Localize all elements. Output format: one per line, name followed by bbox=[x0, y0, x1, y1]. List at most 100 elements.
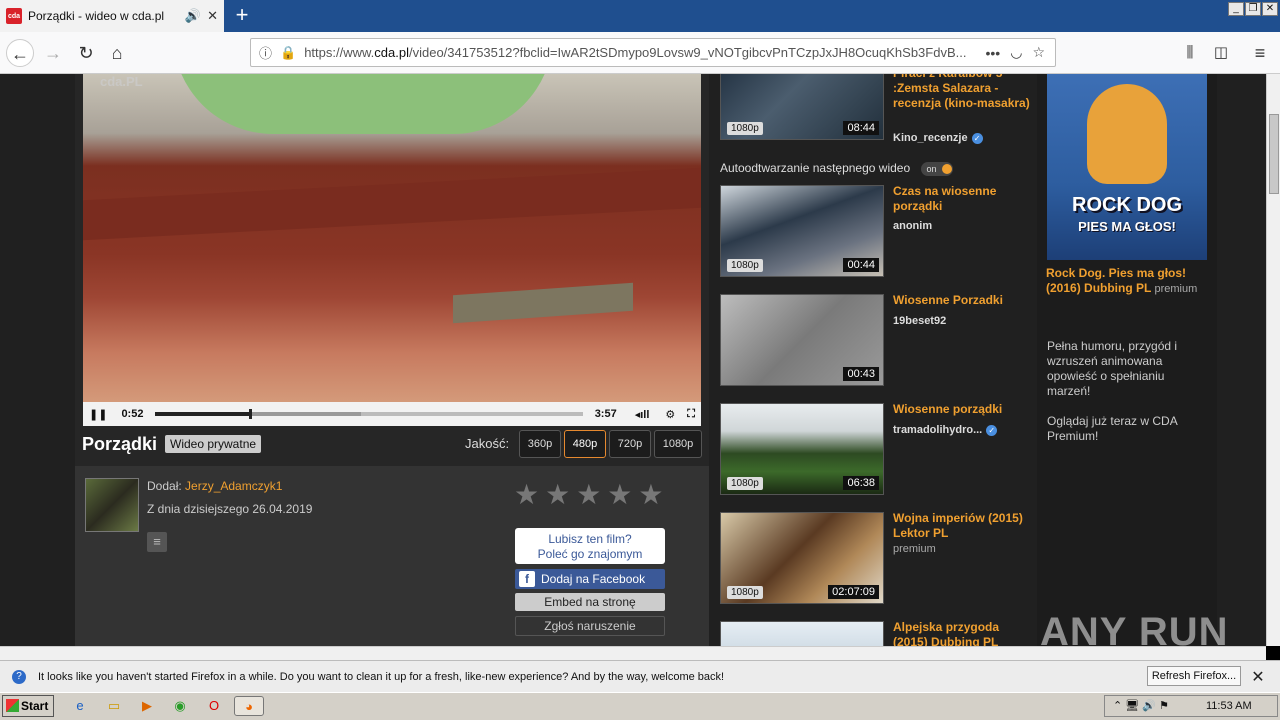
video-author: 19beset92 bbox=[893, 315, 947, 327]
ie-icon[interactable]: e bbox=[70, 696, 90, 716]
back-button[interactable]: ← bbox=[6, 39, 34, 67]
forward-button[interactable]: → bbox=[39, 39, 67, 67]
home-button[interactable]: ⌂ bbox=[103, 39, 131, 67]
lock-icon: 🔒 bbox=[280, 44, 297, 60]
ad-poster-title: ROCK DOG bbox=[1072, 194, 1182, 216]
video-link[interactable]: Wojna imperiów (2015) Lektor PL bbox=[893, 511, 1033, 541]
chrome-icon[interactable]: ◉ bbox=[170, 696, 190, 716]
tab-active[interactable]: cda Porządki - wideo w cda.pl 🔊 ✕ bbox=[0, 0, 224, 32]
ad-description: Pełna humoru, przygód i wzruszeń animowa… bbox=[1047, 339, 1178, 398]
share-line-1: Lubisz ten film? bbox=[548, 532, 632, 546]
current-time: 0:52 bbox=[121, 408, 144, 420]
player-logo: cda.PL bbox=[100, 74, 143, 89]
video-link[interactable]: Wiosenne Porzadki bbox=[893, 293, 1033, 308]
speaker-icon[interactable]: 🔊 bbox=[185, 8, 201, 24]
taskbar bbox=[0, 692, 1280, 720]
quality-badge: 1080p bbox=[727, 477, 763, 490]
upload-date: Z dnia dzisiejszego 26.04.2019 bbox=[147, 502, 313, 516]
video-frame[interactable] bbox=[83, 74, 701, 402]
system-tray: ⌃ 🖥 🔊 ⚑ bbox=[1104, 695, 1278, 717]
quality-badge: 1080p bbox=[727, 122, 763, 135]
folder-icon[interactable]: ▭ bbox=[104, 696, 124, 716]
facebook-label: Dodaj na Facebook bbox=[541, 572, 646, 586]
report-button[interactable]: Zgłoś naruszenie bbox=[515, 616, 665, 636]
page-content: cda.PL ❚❚ 0:52 3:57 ◂ıll ⚙ ⛶ Porządki Wi… bbox=[0, 74, 1266, 646]
duration-badge: 00:44 bbox=[843, 258, 879, 272]
uploader-line: Dodał: Jerzy_Adamczyk1 bbox=[147, 479, 282, 493]
restore-button[interactable]: ❐ bbox=[1245, 2, 1261, 16]
video-scene-shelf bbox=[83, 167, 701, 241]
quality-480p-button[interactable]: 480p bbox=[564, 430, 606, 458]
description-menu-icon[interactable]: ≡ bbox=[147, 532, 167, 552]
sidebar-icon[interactable]: ◫ bbox=[1207, 39, 1235, 67]
fullscreen-icon[interactable]: ⛶ bbox=[687, 408, 695, 421]
player-controls: ❚❚ 0:52 3:57 ◂ıll ⚙ ⛶ bbox=[83, 402, 701, 426]
video-link[interactable]: Alpejska przygoda (2015) Dubbing PL bbox=[893, 620, 1033, 646]
settings-gear-icon[interactable]: ⚙ bbox=[665, 408, 675, 421]
ad-poster-subtitle: PIES MA GŁOS! bbox=[1078, 219, 1176, 234]
video-link[interactable]: Wiosenne porządki bbox=[893, 402, 1033, 417]
library-icon[interactable]: ⫼ bbox=[1176, 39, 1204, 67]
quality-1080p-button[interactable]: 1080p bbox=[654, 430, 702, 458]
window-close-button[interactable]: ✕ bbox=[1262, 2, 1278, 16]
ad-cta: Oglądaj już teraz w CDA Premium! bbox=[1047, 414, 1178, 443]
notification-close-icon[interactable]: ✕ bbox=[1250, 667, 1266, 686]
facebook-share-button[interactable]: f Dodaj na Facebook bbox=[515, 569, 665, 589]
facebook-icon: f bbox=[519, 571, 535, 587]
tray-icons[interactable]: ⌃ 🖥 🔊 ⚑ bbox=[1113, 700, 1169, 712]
bookmark-star-icon[interactable]: ☆ bbox=[1032, 44, 1045, 61]
url-bar[interactable]: ⓘ 🔒 https://www.cda.pl/video/341753512?f… bbox=[250, 38, 1056, 67]
video-thumbnail[interactable]: 1080p 00:44 bbox=[720, 185, 884, 277]
video-thumbnail[interactable] bbox=[720, 621, 884, 646]
ad-title[interactable]: Rock Dog. Pies ma głos! (2016) Dubbing P… bbox=[1046, 266, 1216, 297]
video-thumbnail[interactable]: 1080p 02:07:09 bbox=[720, 512, 884, 604]
horizontal-scrollbar[interactable] bbox=[0, 646, 1266, 660]
volume-icon[interactable]: ◂ıll bbox=[635, 408, 650, 421]
share-prompt: Lubisz ten film? Poleć go znajomym bbox=[515, 528, 665, 564]
private-badge: Wideo prywatne bbox=[165, 435, 262, 453]
added-by-label: Dodał: bbox=[147, 479, 182, 493]
video-title: Porządki bbox=[82, 434, 158, 454]
minimize-button[interactable]: _ bbox=[1228, 2, 1244, 16]
video-link[interactable]: Piraci z Karaibów 5 :Zemsta Salazara - r… bbox=[893, 74, 1033, 111]
rating-stars[interactable]: ★★★★★ bbox=[514, 478, 670, 511]
seek-handle[interactable] bbox=[249, 409, 253, 419]
page-actions-icon[interactable]: ••• bbox=[986, 45, 1001, 61]
video-link[interactable]: Czas na wiosenne porządki bbox=[893, 184, 1033, 214]
autoplay-label: Autoodtwarzanie następnego wideo bbox=[720, 161, 911, 175]
vertical-scrollbar[interactable] bbox=[1266, 74, 1280, 646]
pocket-icon[interactable]: ◡ bbox=[1010, 44, 1022, 61]
ad-premium-label: premium bbox=[1154, 283, 1198, 295]
refresh-firefox-button[interactable]: Refresh Firefox... bbox=[1147, 666, 1241, 686]
media-player-icon[interactable]: ▶ bbox=[137, 696, 157, 716]
autoplay-toggle[interactable]: on bbox=[921, 161, 954, 176]
video-thumbnail[interactable]: 00:43 bbox=[720, 294, 884, 386]
quality-360p-button[interactable]: 360p bbox=[519, 430, 561, 458]
reload-button[interactable]: ↻ bbox=[72, 39, 100, 67]
new-tab-button[interactable]: + bbox=[230, 4, 254, 28]
firefox-taskbar-button[interactable]: ◕ bbox=[234, 696, 264, 716]
seek-bar[interactable] bbox=[155, 409, 583, 419]
embed-button[interactable]: Embed na stronę bbox=[515, 593, 665, 611]
menu-icon[interactable]: ≡ bbox=[1246, 39, 1274, 67]
duration-badge: 02:07:09 bbox=[828, 585, 879, 599]
opera-icon[interactable]: O bbox=[204, 696, 224, 716]
autoplay-row: Autoodtwarzanie następnego wideo on bbox=[720, 161, 954, 176]
url-text[interactable]: https://www.cda.pl/video/341753512?fbcli… bbox=[304, 45, 985, 60]
uploader-avatar[interactable] bbox=[85, 478, 139, 532]
video-scene-sponge bbox=[453, 282, 633, 324]
duration-badge: 00:43 bbox=[843, 367, 879, 381]
start-button[interactable]: Start bbox=[2, 695, 54, 717]
video-thumbnail[interactable]: 1080p 06:38 bbox=[720, 403, 884, 495]
uploader-link[interactable]: Jerzy_Adamczyk1 bbox=[185, 479, 282, 493]
share-line-2: Poleć go znajomym bbox=[537, 547, 643, 561]
ad-poster[interactable]: ROCK DOG PIES MA GŁOS! bbox=[1047, 74, 1207, 260]
video-scene-bowl bbox=[173, 74, 553, 134]
info-icon[interactable]: ⓘ bbox=[259, 43, 272, 62]
pause-icon[interactable]: ❚❚ bbox=[89, 408, 107, 421]
quality-720p-button[interactable]: 720p bbox=[609, 430, 651, 458]
tab-close-icon[interactable]: ✕ bbox=[207, 8, 218, 24]
scroll-thumb[interactable] bbox=[1269, 114, 1279, 194]
duration: 3:57 bbox=[594, 408, 617, 420]
video-thumbnail[interactable]: 1080p 08:44 bbox=[720, 74, 884, 140]
